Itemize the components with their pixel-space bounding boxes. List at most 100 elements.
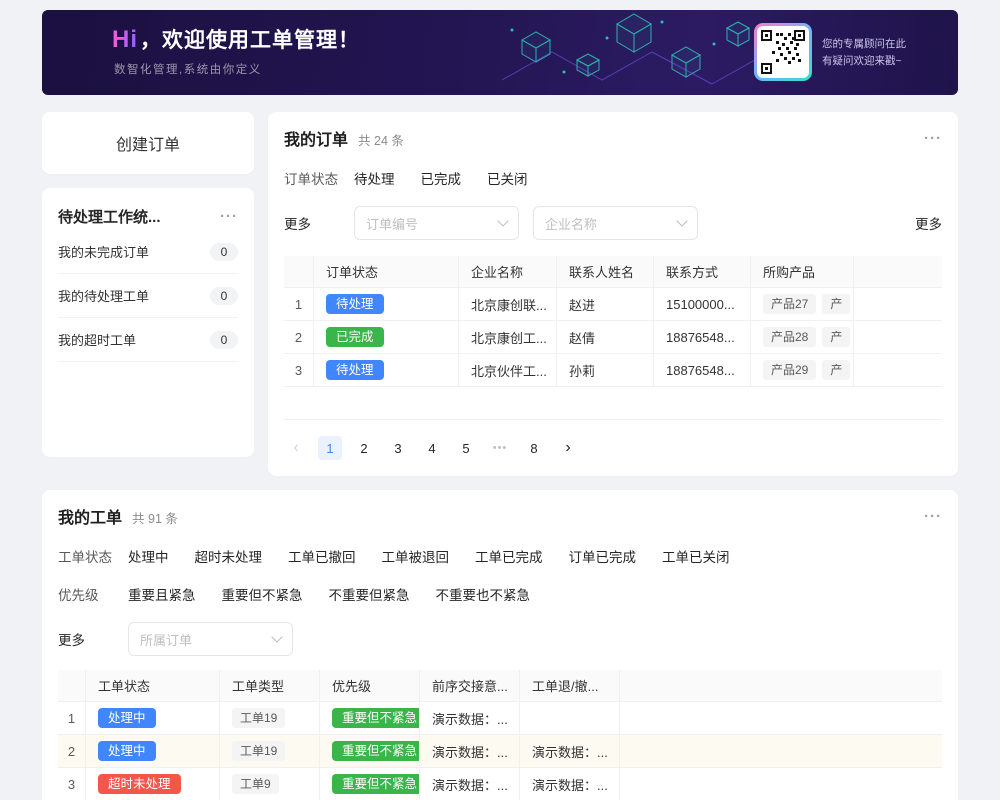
ticket-type-tag: 工单9: [232, 774, 279, 794]
order-status-option-done[interactable]: 已完成: [421, 168, 462, 188]
order-number-select[interactable]: 订单编号: [354, 206, 519, 240]
tickets-table-body: 1 处理中 工单19 重要但不紧急 演示数据：... 2 处理中 工单19 重要…: [58, 702, 942, 800]
qr-finder-icon: [761, 30, 772, 41]
ticket-status-option-withdrawn[interactable]: 工单已撤回: [288, 546, 356, 566]
priority-option-important-not-urgent[interactable]: 重要但不紧急: [222, 584, 303, 604]
product-tag: 产: [822, 327, 850, 347]
header-priority: 优先级: [320, 670, 420, 702]
stat-count-badge: 0: [210, 243, 238, 261]
priority-badge: 重要但不紧急: [332, 741, 420, 762]
ticket-status-option-returned[interactable]: 工单被退回: [382, 546, 450, 566]
extra-cell: [854, 321, 942, 354]
orders-table-row[interactable]: 1 待处理 北京康创联... 赵进 15100000... 产品27产: [284, 288, 942, 321]
orders-table-row[interactable]: 3 待处理 北京伙伴工... 孙莉 18876548... 产品29产: [284, 354, 942, 387]
parent-order-placeholder: 所属订单: [140, 630, 192, 649]
orders-count: 共 24 条: [358, 130, 404, 149]
products-cell: 产品29产: [751, 354, 854, 387]
ticket-status-filter-label: 工单状态: [58, 546, 128, 566]
banner-title: Hi，欢迎使用工单管理！: [112, 28, 360, 52]
ticket-status-option-overdue[interactable]: 超时未处理: [195, 546, 263, 566]
order-number-placeholder: 订单编号: [366, 214, 418, 233]
row-index: 1: [284, 288, 314, 321]
ticket-status-option-done[interactable]: 工单已完成: [475, 546, 543, 566]
type-cell: 工单9: [220, 768, 320, 800]
consultant-note-line1: 您的专属顾问在此: [822, 36, 912, 53]
company-name-placeholder: 企业名称: [545, 214, 597, 233]
more-menu-icon[interactable]: ···: [924, 508, 942, 525]
stat-count-badge: 0: [210, 331, 238, 349]
header-products: 所购产品: [751, 256, 854, 288]
order-status-option-closed[interactable]: 已关闭: [487, 168, 528, 188]
qr-code-image: [757, 26, 809, 78]
priority-cell: 重要但不紧急: [320, 702, 420, 735]
order-status-option-pending[interactable]: 待处理: [354, 168, 395, 188]
ticket-status-option-closed[interactable]: 工单已关闭: [662, 546, 730, 566]
tickets-table-row[interactable]: 2 处理中 工单19 重要但不紧急 演示数据：... 演示数据：...: [58, 735, 942, 768]
stat-item-pending-tickets[interactable]: 我的待处理工单 0: [58, 274, 238, 318]
qr-finder-icon: [761, 63, 772, 74]
pagination-page-1[interactable]: 1: [318, 436, 342, 460]
chevron-down-icon: [271, 631, 282, 642]
pagination-page-8[interactable]: 8: [522, 436, 546, 460]
extra-cell: [854, 354, 942, 387]
header-index: [284, 256, 314, 288]
ticket-status-option-processing[interactable]: 处理中: [128, 546, 169, 566]
stat-count-badge: 0: [210, 287, 238, 305]
phone-cell: 15100000...: [654, 288, 751, 321]
stat-item-unfinished-orders[interactable]: 我的未完成订单 0: [58, 230, 238, 274]
tickets-table-row[interactable]: 3 超时未处理 工单9 重要但不紧急 演示数据：... 演示数据：...: [58, 768, 942, 800]
priority-cell: 重要但不紧急: [320, 735, 420, 768]
header-order-status: 订单状态: [314, 256, 459, 288]
priority-badge: 重要但不紧急: [332, 774, 420, 795]
consultant-note: 您的专属顾问在此 有疑问欢迎来戳~: [822, 36, 912, 70]
orders-more-link[interactable]: 更多: [915, 213, 942, 233]
pagination-next-icon[interactable]: ›: [556, 436, 580, 460]
withdraw-cell: 演示数据：...: [520, 735, 620, 768]
tickets-table-row[interactable]: 1 处理中 工单19 重要但不紧急 演示数据：...: [58, 702, 942, 735]
stat-item-overdue-tickets[interactable]: 我的超时工单 0: [58, 318, 238, 362]
tickets-table-header: 工单状态 工单类型 优先级 前序交接意... 工单退/撤...: [58, 670, 942, 702]
create-order-button[interactable]: 创建订单: [42, 112, 254, 174]
extra-cell: [620, 768, 942, 800]
ticket-type-tag: 工单19: [232, 741, 285, 761]
tickets-more-filters-label[interactable]: 更多: [58, 629, 128, 649]
withdraw-cell: 演示数据：...: [520, 768, 620, 800]
pagination-page-3[interactable]: 3: [386, 436, 410, 460]
more-menu-icon[interactable]: ···: [220, 208, 238, 225]
pagination-page-5[interactable]: 5: [454, 436, 478, 460]
row-index: 3: [58, 768, 86, 800]
header-withdraw: 工单退/撤...: [520, 670, 620, 702]
orders-table-row[interactable]: 2 已完成 北京康创工... 赵倩 18876548... 产品28产: [284, 321, 942, 354]
pagination-ellipsis-icon[interactable]: •••: [488, 436, 512, 460]
row-index: 2: [58, 735, 86, 768]
orders-more-filters-label[interactable]: 更多: [284, 213, 354, 233]
ticket-status-option-order-done[interactable]: 订单已完成: [569, 546, 637, 566]
products-cell: 产品28 产: [751, 321, 854, 354]
priority-option-not-important-not-urgent[interactable]: 不重要也不紧急: [436, 584, 531, 604]
more-menu-icon[interactable]: ···: [924, 130, 942, 147]
chevron-down-icon: [676, 215, 687, 226]
pending-stats-card: 待处理工作统... ··· 我的未完成订单 0 我的待处理工单 0 我的超时工单…: [42, 188, 254, 457]
tickets-more-filter-row: 更多 所属订单: [58, 622, 942, 656]
consultant-note-line2: 有疑问欢迎来戳~: [822, 53, 912, 70]
status-badge: 待处理: [326, 294, 384, 315]
priority-option-not-important-urgent[interactable]: 不重要但紧急: [329, 584, 410, 604]
stats-card-title: 待处理工作统...: [58, 206, 161, 227]
stat-label: 我的超时工单: [58, 330, 136, 349]
priority-badge: 重要但不紧急: [332, 708, 420, 729]
company-name-select[interactable]: 企业名称: [533, 206, 698, 240]
welcome-banner: Hi，欢迎使用工单管理！ 数智化管理,系统由你定义 您的专属顾问在此 有疑问欢迎…: [42, 10, 958, 95]
product-tag: 产品28: [763, 327, 816, 347]
pagination-prev-icon[interactable]: ‹: [284, 436, 308, 460]
handover-cell: 演示数据：...: [420, 768, 520, 800]
type-cell: 工单19: [220, 735, 320, 768]
header-handover: 前序交接意...: [420, 670, 520, 702]
order-status-filter-row: 订单状态 待处理 已完成 已关闭: [284, 168, 942, 188]
pagination-page-4[interactable]: 4: [420, 436, 444, 460]
product-tag: 产: [822, 360, 850, 380]
priority-option-important-urgent[interactable]: 重要且紧急: [128, 584, 196, 604]
parent-order-select[interactable]: 所属订单: [128, 622, 293, 656]
qr-finder-icon: [794, 30, 805, 41]
header-ticket-type: 工单类型: [220, 670, 320, 702]
pagination-page-2[interactable]: 2: [352, 436, 376, 460]
